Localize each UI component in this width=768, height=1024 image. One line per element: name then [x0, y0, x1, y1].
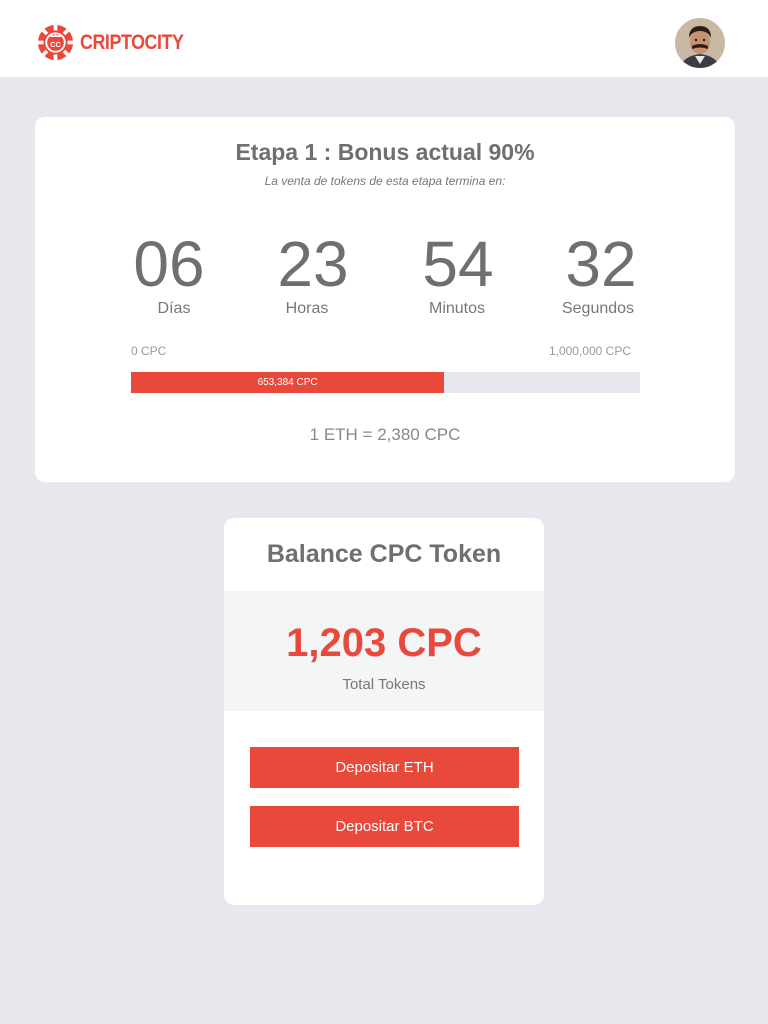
progress-fill: 653,384 CPC: [131, 372, 445, 393]
balance-title: Balance CPC Token: [266, 540, 502, 568]
countdown-hours-label: Horas: [285, 300, 329, 317]
balance-amount: 1,203 CPC: [286, 621, 482, 665]
ico-stage-card: Etapa 1 : Bonus actual 90% La venta de t…: [35, 117, 735, 482]
stage-title: Etapa 1 : Bonus actual 90%: [235, 139, 535, 165]
exchange-rate: 1 ETH = 2,380 CPC: [309, 425, 461, 444]
user-avatar[interactable]: [675, 18, 725, 68]
top-bar: CC CRIPTOCITY: [0, 0, 768, 77]
balance-summary: 1,203 CPC Total Tokens: [224, 591, 544, 711]
progress-max-label: 1,000,000 CPC: [548, 344, 631, 358]
countdown-minutes-label: Minutos: [428, 300, 486, 317]
countdown-hours-value: 23: [277, 228, 349, 300]
balance-amount-label: Total Tokens: [342, 676, 426, 693]
deposit-eth-button[interactable]: Depositar ETH: [250, 747, 519, 788]
poker-chip-icon: CC: [37, 24, 74, 61]
countdown-days-value: 06: [133, 228, 205, 300]
avatar-icon: [675, 18, 725, 68]
countdown-seconds-label: Segundos: [561, 300, 635, 317]
token-sale-progress-bar: 653,384 CPC: [131, 372, 640, 393]
brand-name: CRIPTOCITY: [80, 30, 184, 54]
countdown-seconds-value: 32: [565, 228, 637, 300]
brand-logo[interactable]: CC CRIPTOCITY: [37, 24, 202, 61]
countdown-days-label: Días: [157, 300, 191, 317]
deposit-btc-button[interactable]: Depositar BTC: [250, 806, 519, 847]
progress-min-label: 0 CPC: [131, 344, 167, 358]
balance-card: Balance CPC Token 1,203 CPC Total Tokens…: [224, 518, 544, 905]
countdown-minutes-value: 54: [422, 228, 494, 300]
stage-subtitle: La venta de tokens de esta etapa termina…: [264, 174, 506, 188]
logo-badge: CC: [50, 40, 61, 49]
